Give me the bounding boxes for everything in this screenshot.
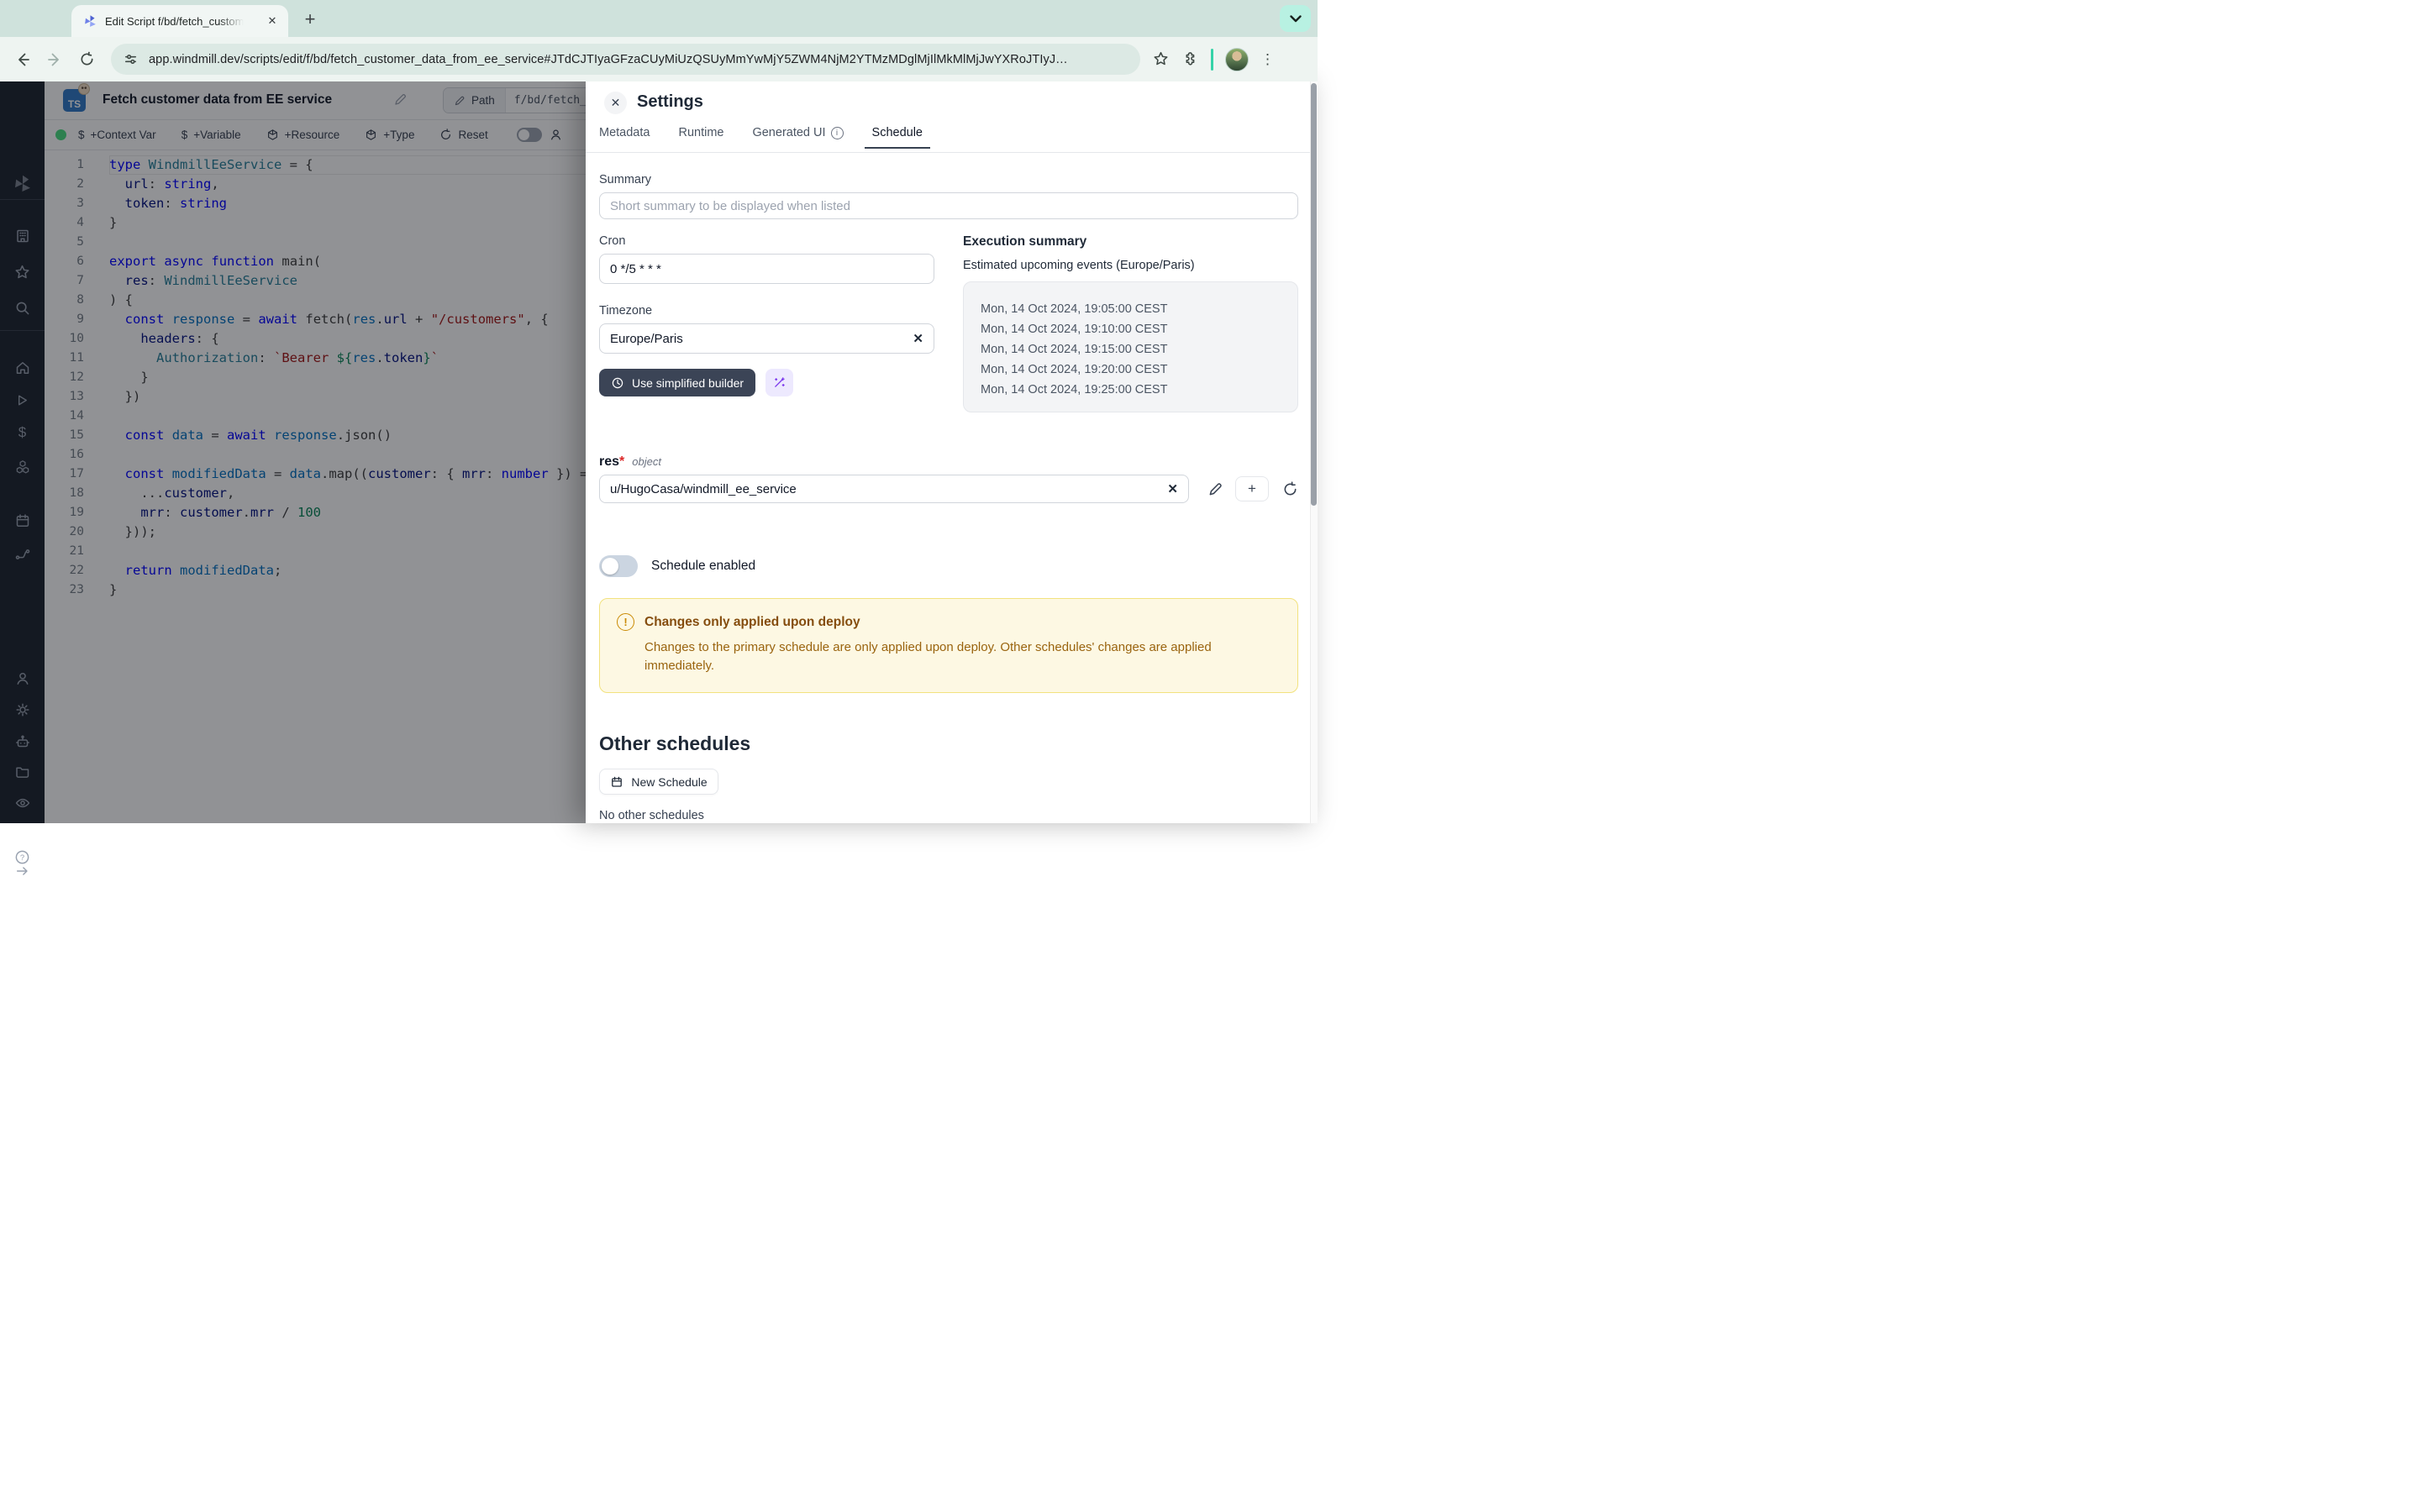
resource-input[interactable]: u/HugoCasa/windmill_ee_service ✕ xyxy=(599,475,1189,503)
schedule-enabled-label: Schedule enabled xyxy=(651,559,755,574)
warning-body: Changes to the primary schedule are only… xyxy=(644,638,1270,675)
menu-dots-icon[interactable]: ⋮ xyxy=(1260,51,1275,68)
deploy-warning-banner: ! Changes only applied upon deploy Chang… xyxy=(599,598,1298,693)
clear-timezone-icon[interactable]: ✕ xyxy=(913,331,923,346)
execution-event: Mon, 14 Oct 2024, 19:25:00 CEST xyxy=(981,380,1297,400)
schedule-panel: Summary Short summary to be displayed wh… xyxy=(586,153,1318,823)
execution-summary-title: Execution summary xyxy=(963,234,1298,249)
tab-generated-ui[interactable]: Generated UI i xyxy=(752,126,843,149)
warning-title: Changes only applied upon deploy xyxy=(644,615,860,630)
summary-placeholder: Short summary to be displayed when liste… xyxy=(610,199,850,213)
clock-icon xyxy=(611,376,624,390)
close-icon[interactable]: ✕ xyxy=(604,92,627,114)
refresh-resource-icon[interactable] xyxy=(1282,481,1298,497)
browser-toolbar: app.windmill.dev/scripts/edit/f/bd/fetch… xyxy=(0,37,1318,81)
other-schedules-title: Other schedules xyxy=(599,732,1298,755)
execution-event: Mon, 14 Oct 2024, 19:10:00 CEST xyxy=(981,319,1297,339)
summary-input[interactable]: Short summary to be displayed when liste… xyxy=(599,192,1298,219)
timezone-label: Timezone xyxy=(599,304,934,318)
profile-sync-indicator xyxy=(1211,49,1213,71)
info-icon: i xyxy=(831,127,844,139)
reload-icon[interactable] xyxy=(71,51,103,67)
add-resource-plus-button[interactable]: + xyxy=(1235,476,1269,501)
drawer-scrollbar[interactable] xyxy=(1310,81,1318,823)
cron-input[interactable]: 0 */5 * * * xyxy=(599,254,934,284)
magic-wand-icon xyxy=(772,375,786,390)
back-icon[interactable] xyxy=(7,51,39,68)
browser-tab[interactable]: Edit Script f/bd/fetch_custom ✕ xyxy=(71,5,288,37)
execution-event: Mon, 14 Oct 2024, 19:05:00 CEST xyxy=(981,299,1297,319)
bookmark-star-icon[interactable] xyxy=(1152,50,1170,68)
settings-tabs: Metadata Runtime Generated UI i Schedule xyxy=(586,126,1318,153)
svg-text:?: ? xyxy=(20,853,24,863)
timezone-input[interactable]: Europe/Paris ✕ xyxy=(599,323,934,354)
collapse-arrow-icon[interactable] xyxy=(0,865,45,877)
extensions-puzzle-icon[interactable] xyxy=(1181,50,1199,68)
forward-icon[interactable] xyxy=(39,51,71,68)
execution-summary-subtitle: Estimated upcoming events (Europe/Paris) xyxy=(963,259,1298,272)
drawer-header: ✕ Settings xyxy=(586,81,1318,126)
windmill-favicon xyxy=(83,14,97,29)
scrollbar-thumb[interactable] xyxy=(1311,83,1317,506)
new-tab-icon[interactable]: + xyxy=(298,8,322,32)
profile-avatar[interactable] xyxy=(1225,48,1249,71)
drawer-title: Settings xyxy=(637,92,703,112)
execution-event: Mon, 14 Oct 2024, 19:20:00 CEST xyxy=(981,360,1297,380)
resource-arg-name: res* xyxy=(599,454,624,470)
warning-icon: ! xyxy=(617,613,634,631)
resource-arg-type: object xyxy=(632,455,661,468)
site-info-icon[interactable] xyxy=(123,51,139,67)
cron-value: 0 */5 * * * xyxy=(610,262,661,276)
cron-label: Cron xyxy=(599,234,934,248)
simplified-builder-button[interactable]: Use simplified builder xyxy=(599,369,755,396)
tab-close-icon[interactable]: ✕ xyxy=(265,13,280,29)
schedule-enabled-toggle[interactable] xyxy=(599,555,638,577)
browser-chrome: Edit Script f/bd/fetch_custom ✕ + app.wi… xyxy=(0,0,1318,81)
resource-value: u/HugoCasa/windmill_ee_service xyxy=(610,482,797,496)
tab-schedule[interactable]: Schedule xyxy=(872,126,923,149)
clear-resource-icon[interactable]: ✕ xyxy=(1167,481,1178,496)
calendar-icon xyxy=(610,775,623,789)
summary-label: Summary xyxy=(599,173,1298,186)
settings-drawer: ✕ Settings Metadata Runtime Generated UI… xyxy=(586,81,1318,823)
tab-search-chevron-icon[interactable] xyxy=(1280,5,1311,32)
tab-title: Edit Script f/bd/fetch_custom xyxy=(105,15,244,28)
tab-strip: Edit Script f/bd/fetch_custom ✕ + xyxy=(0,0,1318,37)
new-schedule-button[interactable]: New Schedule xyxy=(599,769,718,795)
tab-runtime[interactable]: Runtime xyxy=(678,126,723,149)
url-text: app.windmill.dev/scripts/edit/f/bd/fetch… xyxy=(149,53,1068,66)
url-bar[interactable]: app.windmill.dev/scripts/edit/f/bd/fetch… xyxy=(111,44,1140,75)
ai-wand-button[interactable] xyxy=(765,369,793,396)
tab-metadata[interactable]: Metadata xyxy=(599,126,650,149)
no-other-schedules-text: No other schedules xyxy=(599,809,1298,822)
execution-events-box: Mon, 14 Oct 2024, 19:05:00 CESTMon, 14 O… xyxy=(963,281,1298,412)
app-window: $ ? TS xyxy=(0,81,1318,823)
edit-resource-pencil-icon[interactable] xyxy=(1207,481,1223,497)
execution-event: Mon, 14 Oct 2024, 19:15:00 CEST xyxy=(981,339,1297,360)
timezone-value: Europe/Paris xyxy=(610,332,683,346)
required-marker: * xyxy=(619,454,624,469)
help-icon[interactable]: ? xyxy=(0,848,45,866)
